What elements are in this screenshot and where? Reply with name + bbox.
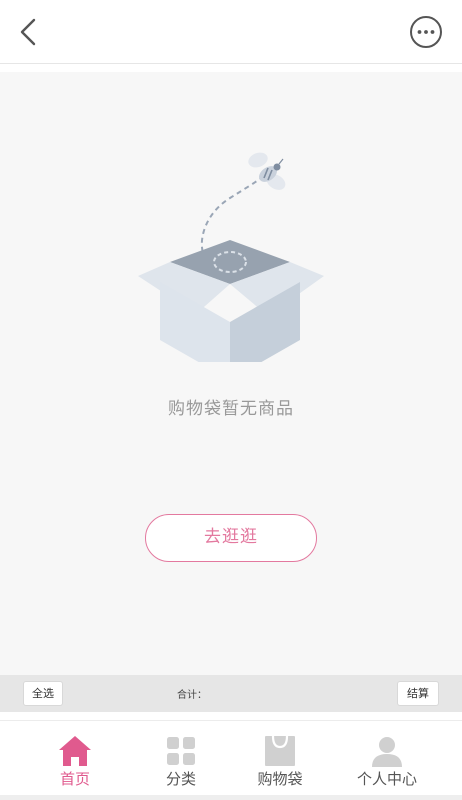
bee-icon (248, 152, 286, 190)
tab-profile-label: 个人中心 (356, 770, 417, 788)
back-button[interactable] (14, 14, 48, 50)
tab-category[interactable]: 分类 (131, 721, 231, 799)
tab-shopping-bag-label: 购物袋 (257, 770, 303, 788)
empty-cart-area: 购物袋暂无商品 去逛逛 (0, 72, 462, 675)
tab-home-label: 首页 (59, 770, 90, 788)
bag-icon (265, 735, 295, 766)
empty-box-illustration (138, 152, 324, 362)
chevron-left-icon (20, 18, 36, 46)
more-circle-icon (410, 16, 442, 48)
home-icon (59, 736, 91, 766)
tab-profile[interactable]: 个人中心 (337, 721, 437, 799)
tab-shopping-bag[interactable]: 购物袋 (230, 721, 330, 799)
home-indicator-strip (0, 795, 462, 800)
grid-icon (167, 737, 195, 765)
tab-home[interactable]: 首页 (25, 721, 125, 799)
go-shopping-button[interactable]: 去逛逛 (145, 514, 317, 562)
bottom-tab-bar: 首页 分类 购物袋 个人中心 (0, 720, 462, 800)
total-label: 合计： (177, 690, 207, 701)
tab-category-label: 分类 (165, 770, 196, 788)
empty-cart-message: 购物袋暂无商品 (168, 399, 294, 419)
select-all-button[interactable]: 全选 (23, 681, 63, 706)
top-nav-bar (0, 0, 462, 64)
divider (0, 712, 462, 720)
checkout-button[interactable]: 结算 (397, 681, 439, 706)
cart-action-bar: 全选 合计： 结算 (0, 675, 462, 712)
user-icon (372, 737, 402, 767)
more-button[interactable] (409, 15, 443, 49)
